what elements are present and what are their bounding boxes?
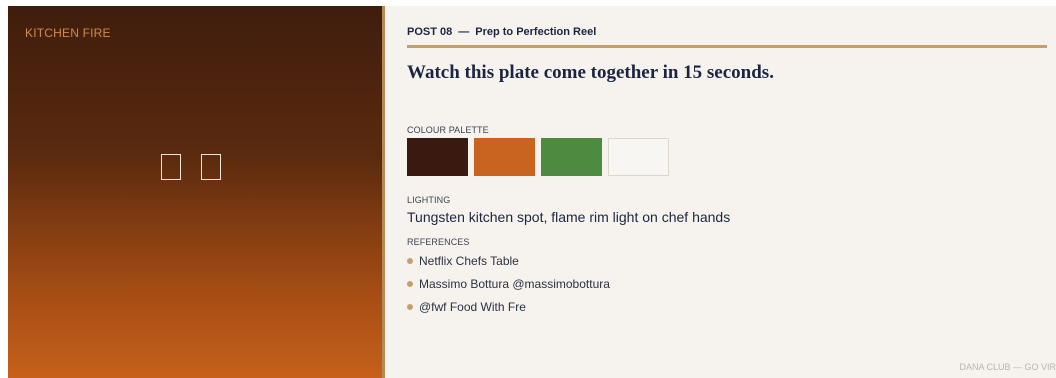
reference-text: @fwf Food With Fre: [419, 299, 526, 314]
brand-label: KITCHEN FIRE: [25, 26, 111, 40]
reference-text: Massimo Bottura @massimobottura: [419, 276, 610, 291]
references-list: Netflix Chefs Table Massimo Bottura @mas…: [407, 249, 610, 318]
swatch-green: [541, 138, 602, 176]
header-rule: [407, 45, 1047, 48]
headline: Watch this plate come together in 15 sec…: [407, 62, 774, 83]
list-item: Netflix Chefs Table: [407, 249, 610, 272]
post-number: POST 08: [407, 26, 453, 38]
color-palette: [407, 138, 669, 176]
media-placeholder: [161, 154, 221, 180]
references-label: REFERENCES: [407, 237, 470, 247]
post-header: POST 08 — Prep to Perfection Reel: [407, 26, 596, 38]
bullet-icon: [407, 303, 413, 310]
post-separator: —: [458, 26, 470, 38]
lighting-label: LIGHTING: [407, 195, 451, 205]
bullet-icon: [407, 280, 413, 287]
reference-text: Netflix Chefs Table: [419, 253, 519, 268]
lighting-value: Tungsten kitchen spot, flame rim light o…: [407, 209, 731, 225]
footer-credit: DANA CLUB — GO VIR: [959, 362, 1056, 372]
swatch-orange: [474, 138, 535, 176]
list-item: Massimo Bottura @massimobottura: [407, 272, 610, 295]
palette-label: COLOUR PALETTE: [407, 125, 489, 135]
swatch-dark-brown: [407, 138, 468, 176]
post-card: KITCHEN FIRE POST 08 — Prep to Perfection …: [8, 6, 1056, 378]
placeholder-box-icon: [161, 154, 181, 180]
details-panel: POST 08 — Prep to Perfection Reel Watch th…: [385, 6, 1056, 378]
bullet-icon: [407, 257, 413, 264]
list-item: @fwf Food With Fre: [407, 295, 610, 318]
post-title: Prep to Perfection Reel: [475, 26, 597, 38]
placeholder-box-icon: [201, 154, 221, 180]
preview-panel: KITCHEN FIRE: [8, 6, 382, 378]
swatch-cream: [608, 138, 669, 176]
